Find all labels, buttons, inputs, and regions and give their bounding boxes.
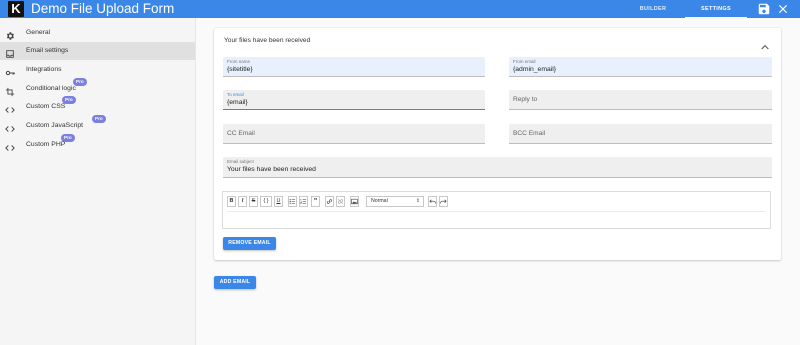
app-header: K Demo File Upload Form BUILDER SETTINGS (0, 0, 800, 18)
quote-button[interactable]: " (311, 196, 320, 207)
bulleted-list-icon (289, 199, 296, 204)
from-name-label: From name (227, 59, 251, 64)
sidebar-item-label: Custom PHP (26, 141, 66, 148)
sidebar-item-label: Email settings (26, 47, 69, 54)
reply-to-field[interactable]: Reply to (509, 90, 772, 110)
sidebar-item-label: Custom CSS (26, 103, 66, 110)
sidebar-item-email-settings[interactable]: Email settings (0, 42, 195, 60)
italic-button[interactable]: I (238, 196, 247, 207)
gear-icon (5, 28, 15, 40)
email-subject-field[interactable]: Email subject Your files have been recei… (223, 157, 772, 178)
sidebar-item-general[interactable]: General (0, 24, 195, 42)
email-subject-value: Your files have been received (227, 166, 316, 173)
email-subject-label: Email subject (227, 159, 254, 164)
to-email-value: {email} (227, 99, 248, 106)
pro-badge: Pro (62, 96, 76, 104)
from-email-value: {admin_email} (513, 66, 557, 73)
redo-icon (440, 199, 447, 204)
form-title: Demo File Upload Form (31, 1, 175, 16)
app-logo: K (8, 1, 24, 17)
sidebar-item-custom-php[interactable]: Custom PHP Pro (0, 134, 195, 154)
chevron-up-icon[interactable] (761, 37, 769, 50)
close-icon[interactable] (776, 2, 790, 16)
text-format-value: Normal (371, 198, 388, 204)
code-button[interactable]: { } (260, 196, 272, 207)
redo-button[interactable] (439, 196, 448, 207)
to-email-label: To email (227, 92, 244, 97)
numbered-list-icon (300, 199, 307, 204)
pro-badge: Pro (61, 134, 75, 142)
cc-email-placeholder: CC Email (227, 130, 255, 137)
pro-badge: Pro (73, 78, 87, 86)
undo-button[interactable] (428, 196, 437, 207)
sidebar-item-label: Integrations (26, 66, 62, 73)
sidebar-item-custom-css[interactable]: Custom CSS Pro (0, 96, 195, 116)
image-icon (351, 198, 358, 205)
to-email-field[interactable]: To email {email} (223, 90, 485, 110)
save-icon[interactable] (757, 2, 771, 16)
sidebar-item-label: General (26, 29, 51, 36)
pro-badge: Pro (92, 115, 106, 123)
inbox-icon (5, 46, 15, 58)
sidebar-item-label: Custom JavaScript (26, 122, 84, 129)
bulleted-list-button[interactable] (288, 196, 297, 207)
from-email-label: From email (513, 59, 536, 64)
tab-builder[interactable]: BUILDER (624, 0, 682, 18)
code-icon (5, 102, 15, 113)
email-body-editor[interactable]: B I S { } U " Normal ⇕ (222, 191, 771, 229)
cc-email-field[interactable]: CC Email (223, 124, 485, 144)
sidebar-item-conditional-logic[interactable]: Conditional logic Pro (0, 78, 195, 98)
text-format-select[interactable]: Normal ⇕ (366, 196, 424, 207)
numbered-list-button[interactable] (299, 196, 308, 207)
from-name-value: {sitetitle} (227, 66, 253, 73)
from-email-field[interactable]: From email {admin_email} (509, 57, 772, 77)
undo-icon (429, 199, 436, 204)
image-button[interactable] (350, 196, 359, 207)
email-card-title: Your files have been received (224, 37, 311, 44)
sidebar-item-custom-javascript[interactable]: Custom JavaScript Pro (0, 115, 195, 135)
link-icon (326, 199, 333, 204)
bold-button[interactable]: B (227, 196, 236, 207)
code-icon (5, 121, 15, 132)
strikethrough-button[interactable]: S (249, 196, 258, 207)
underline-button[interactable]: U (274, 196, 283, 207)
key-icon (5, 65, 15, 76)
sidebar-item-integrations[interactable]: Integrations (0, 61, 195, 79)
link-button[interactable] (325, 196, 334, 207)
bcc-email-field[interactable]: BCC Email (509, 124, 772, 144)
unlink-icon (337, 198, 344, 205)
remove-email-button[interactable]: REMOVE EMAIL (223, 237, 276, 250)
unlink-button[interactable] (336, 196, 345, 207)
from-name-field[interactable]: From name {sitetitle} (223, 57, 485, 77)
reply-to-placeholder: Reply to (513, 96, 538, 103)
settings-sidebar: General Email settings Integrations Cond… (0, 18, 196, 345)
select-caret-icon: ⇕ (415, 198, 420, 204)
add-email-button[interactable]: ADD EMAIL (214, 276, 256, 289)
code-icon (5, 140, 15, 151)
tab-settings[interactable]: SETTINGS (685, 0, 747, 18)
editor-divider (227, 211, 766, 212)
crop-icon (5, 84, 15, 97)
bcc-email-placeholder: BCC Email (513, 130, 546, 137)
